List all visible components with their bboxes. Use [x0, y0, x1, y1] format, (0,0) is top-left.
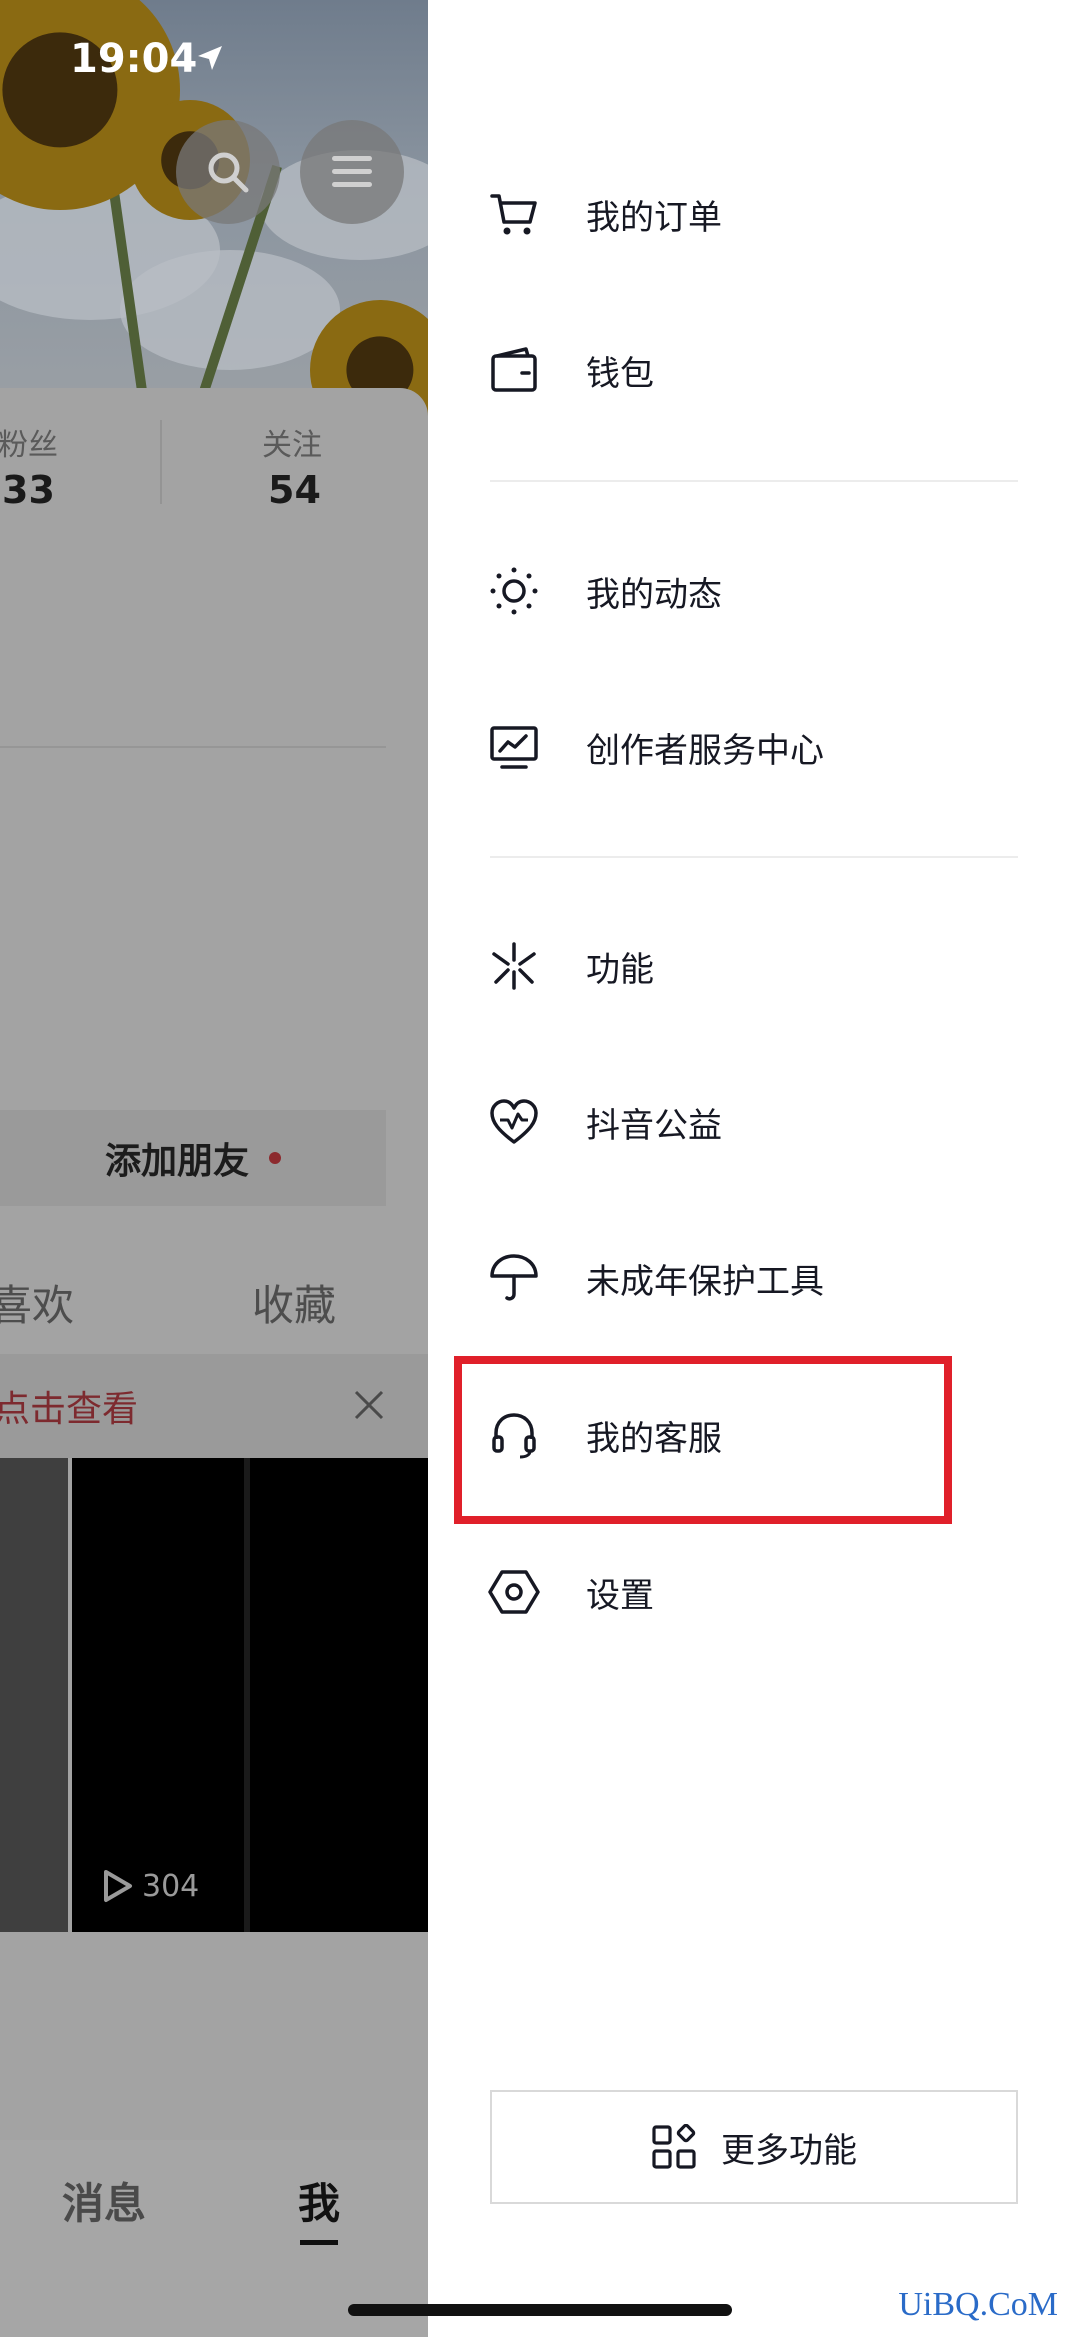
menu-divider — [490, 480, 1018, 482]
menu-item-charity[interactable]: 抖音公益 — [488, 1072, 1048, 1172]
profile-divider — [0, 746, 386, 748]
active-tab-indicator — [300, 2240, 338, 2245]
creator-monitor-icon — [488, 721, 540, 773]
video-thumbnail[interactable] — [0, 1458, 68, 1932]
search-icon — [208, 152, 249, 193]
location-arrow-icon — [198, 46, 222, 70]
followers-count[interactable]: 33 — [2, 468, 55, 512]
add-friend-label: 添加朋友 — [104, 1141, 249, 1182]
side-drawer: 我的订单 钱包 我的动态 创作者服务中心 功能 抖音公益 未成年保护工具 我的客… — [428, 0, 1080, 2337]
highlight-annotation-box — [454, 1356, 952, 1524]
menu-item-features[interactable]: 功能 — [488, 916, 1048, 1016]
search-button[interactable] — [176, 120, 280, 224]
tab-likes[interactable]: 喜欢 — [0, 1272, 74, 1333]
nav-messages[interactable]: 消息 — [62, 2170, 146, 2231]
menu-item-creator-center[interactable]: 创作者服务中心 — [488, 697, 1048, 797]
play-count: 304 — [100, 1868, 199, 1904]
menu-label: 创作者服务中心 — [586, 730, 824, 771]
following-label: 关注 — [262, 428, 322, 463]
menu-button[interactable] — [300, 120, 404, 224]
tab-favorites[interactable]: 收藏 — [252, 1272, 336, 1333]
status-time: 19:04 — [70, 36, 198, 82]
menu-item-my-orders[interactable]: 我的订单 — [488, 164, 1048, 264]
menu-label: 功能 — [586, 949, 654, 990]
menu-label: 抖音公益 — [586, 1105, 722, 1146]
play-icon — [104, 1870, 132, 1902]
followers-label: 粉丝 — [0, 428, 58, 463]
add-friend-button[interactable]: 添加朋友 — [0, 1110, 386, 1206]
play-count-value: 304 — [142, 1868, 200, 1904]
menu-label: 设置 — [586, 1575, 654, 1616]
menu-label: 我的动态 — [586, 574, 722, 615]
menu-label: 钱包 — [586, 353, 654, 394]
umbrella-icon — [488, 1252, 540, 1304]
sparkle-icon — [488, 940, 540, 992]
following-count[interactable]: 54 — [268, 468, 321, 512]
more-features-button[interactable]: 更多功能 — [490, 2090, 1018, 2204]
menu-divider — [490, 856, 1018, 858]
notice-text[interactable]: 点击查看 — [0, 1380, 138, 1432]
cart-icon — [488, 188, 540, 240]
menu-icon — [332, 156, 372, 187]
nav-me[interactable]: 我 — [298, 2170, 340, 2231]
watermark: UiBQ.CoM — [898, 2286, 1058, 2323]
home-indicator[interactable] — [348, 2304, 732, 2316]
menu-item-minor-protection[interactable]: 未成年保护工具 — [488, 1228, 1048, 1328]
wallet-icon — [488, 344, 540, 396]
profile-page-dimmed[interactable]: 19:04 粉丝 33 关注 54 添加朋友 喜欢 收藏 点击查看 304 消息… — [0, 0, 428, 2337]
menu-item-my-activity[interactable]: 我的动态 — [488, 541, 1048, 641]
more-features-label: 更多功能 — [721, 2130, 857, 2171]
charity-heart-icon — [488, 1096, 540, 1148]
notice-bar[interactable]: 点击查看 — [0, 1354, 428, 1458]
apps-grid-icon — [652, 2124, 696, 2169]
notification-dot — [269, 1152, 281, 1164]
menu-item-wallet[interactable]: 钱包 — [488, 320, 1048, 420]
video-thumbnail[interactable]: 304 — [72, 1458, 428, 1932]
menu-item-settings[interactable]: 设置 — [488, 1542, 1048, 1642]
close-icon[interactable] — [352, 1388, 386, 1422]
settings-hexagon-icon — [488, 1566, 540, 1618]
menu-label: 未成年保护工具 — [586, 1261, 824, 1302]
menu-label: 我的订单 — [586, 197, 722, 238]
stat-divider — [160, 420, 162, 504]
activity-sun-icon — [488, 565, 540, 617]
